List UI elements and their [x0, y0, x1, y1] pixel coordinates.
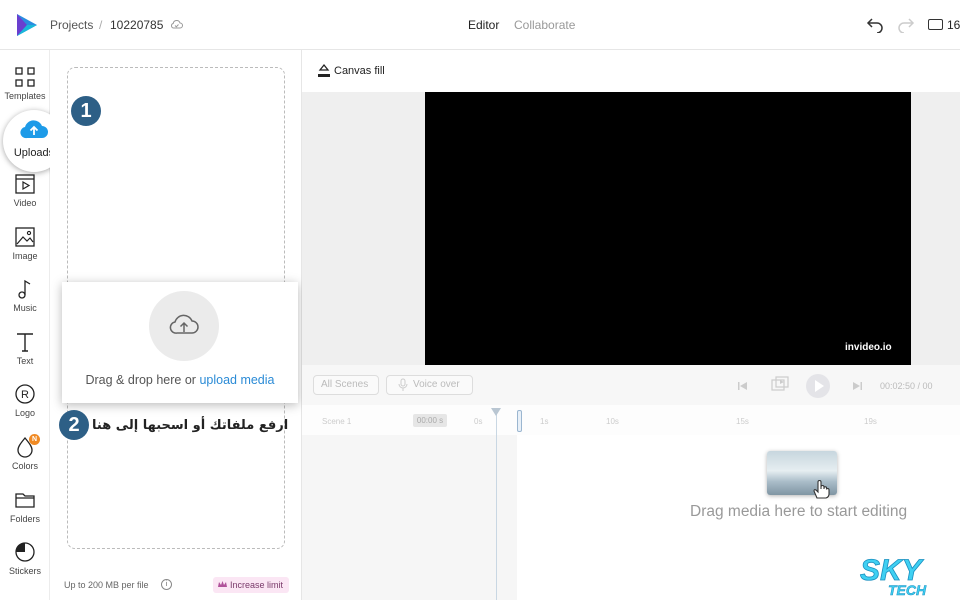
hand-cursor-icon [813, 479, 830, 499]
aspect-ratio-label[interactable]: 16 [947, 18, 960, 32]
playhead-handle[interactable] [491, 408, 501, 416]
upload-button-circle[interactable] [149, 291, 219, 361]
rail-label-templates: Templates [4, 91, 46, 101]
canvas-fill-button[interactable]: Canvas fill [334, 65, 385, 77]
music-icon [18, 279, 31, 299]
upload-size-limit: Up to 200 MB per file [64, 580, 149, 590]
logo-icon: R [15, 384, 35, 404]
rail-label-colors: Colors [11, 461, 38, 471]
video-icon [15, 174, 35, 194]
playhead-line[interactable] [496, 412, 497, 600]
tab-editor[interactable]: Editor [468, 18, 499, 32]
all-scenes-button[interactable]: All Scenes [313, 375, 379, 395]
rail-label-stickers: Stickers [8, 566, 41, 576]
svg-text:R: R [21, 389, 29, 401]
skip-back-icon[interactable] [737, 380, 749, 392]
rail-item-music[interactable]: Music [0, 278, 50, 313]
timeline-tick: 0s [474, 417, 483, 426]
skip-forward-icon[interactable] [851, 380, 863, 392]
timeline-clip-handle[interactable] [517, 410, 522, 432]
rail-item-image[interactable]: Image [0, 226, 50, 261]
tab-collaborate[interactable]: Collaborate [514, 18, 575, 32]
arabic-caption: ارفع ملفاتك أو اسحبها إلى هنا [92, 418, 289, 433]
svg-text:TECH: TECH [888, 582, 927, 598]
step-marker-1: 1 [71, 96, 101, 126]
timeline-tick: 10s [606, 417, 619, 426]
time-display: 00:02:50 / 00 [880, 381, 933, 391]
increase-limit-label: Increase limit [230, 580, 284, 590]
rail-item-text[interactable]: Text [0, 331, 50, 366]
rail-item-video[interactable]: Video [0, 173, 50, 208]
scene-track [302, 405, 960, 435]
step-marker-2: 2 [59, 410, 89, 440]
aspect-ratio-icon[interactable] [928, 19, 943, 30]
rail-item-folders[interactable]: Folders [0, 489, 50, 524]
stage-toolbar [302, 50, 960, 92]
crown-icon [218, 581, 227, 587]
scene-label[interactable]: Scene 1 [322, 417, 351, 426]
rail-label-folders: Folders [9, 514, 40, 524]
upload-media-card[interactable]: Drag & drop here or upload media [62, 282, 298, 403]
microphone-icon [398, 378, 408, 391]
rail-item-logo[interactable]: R Logo [0, 383, 50, 418]
cloud-saved-icon [171, 20, 183, 29]
timeline-tick: 19s [864, 417, 877, 426]
upload-media-link[interactable]: upload media [199, 373, 274, 387]
timeline-tick: 1s [540, 417, 549, 426]
templates-icon [15, 67, 35, 87]
redo-icon[interactable] [897, 15, 915, 33]
rail-label-music: Music [13, 303, 37, 313]
rail-label-logo: Logo [14, 408, 36, 418]
breadcrumb-separator: / [99, 18, 103, 32]
scene-track-filled [302, 435, 517, 600]
upload-instructions: Drag & drop here or upload media [62, 373, 298, 387]
rail-item-colors[interactable]: Colors [0, 436, 50, 471]
project-title[interactable]: 10220785 [110, 18, 163, 32]
rail-item-templates[interactable]: Templates [0, 66, 50, 101]
top-bar: Projects / 10220785 Editor Collaborate 1… [0, 0, 960, 50]
stickers-icon [15, 542, 35, 562]
breadcrumb-projects[interactable]: Projects [50, 18, 93, 32]
image-icon [15, 227, 35, 247]
preview-scene-icon[interactable] [771, 376, 789, 394]
skytech-watermark-logo: SKY TECH [860, 554, 928, 598]
text-icon [17, 333, 33, 352]
upload-cloud-icon [20, 120, 48, 139]
rail-label-text: Text [16, 356, 34, 366]
invideo-logo-icon[interactable] [13, 12, 39, 38]
invideo-watermark: invideo.io [845, 342, 892, 353]
play-icon[interactable] [805, 373, 831, 399]
colors-new-badge: N [29, 434, 40, 445]
canvas-fill-icon[interactable] [317, 63, 331, 78]
scene-duration[interactable]: 00:00 s [413, 414, 447, 427]
info-icon[interactable]: i [161, 579, 172, 590]
increase-limit-button[interactable]: Increase limit [213, 577, 289, 593]
video-canvas[interactable] [425, 92, 911, 365]
folder-icon [15, 493, 35, 508]
drag-media-hint: Drag media here to start editing [690, 503, 908, 520]
undo-icon[interactable] [866, 15, 884, 33]
drag-drop-text: Drag & drop here or [85, 373, 200, 387]
rail-item-stickers[interactable]: Stickers [0, 541, 50, 576]
rail-label-image: Image [12, 251, 38, 261]
upload-cloud-icon [169, 314, 199, 334]
timeline-tick: 15s [736, 417, 749, 426]
rail-label-video: Video [13, 198, 37, 208]
